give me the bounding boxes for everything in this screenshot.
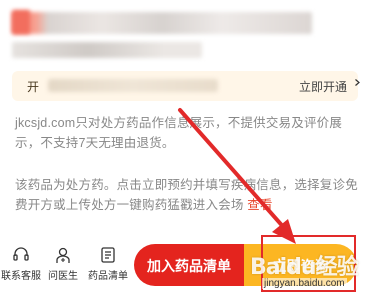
membership-banner[interactable]: 开 立即开通 xyxy=(12,71,360,101)
blurred-membership-text xyxy=(48,79,218,92)
nav-ask-doctor-label: 问医生 xyxy=(48,271,78,282)
add-to-drug-list-button[interactable]: 加入药品清单 xyxy=(134,244,244,286)
membership-prefix: 开 xyxy=(27,80,40,94)
blurred-product-subtitle xyxy=(12,42,202,58)
chevron-right-icon xyxy=(355,79,360,86)
nav-customer-service[interactable]: 联系客服 xyxy=(0,246,42,282)
view-link[interactable]: 查看 xyxy=(247,198,272,212)
blurred-product-title xyxy=(12,12,312,34)
doctor-icon xyxy=(56,247,70,263)
nav-drug-list[interactable]: 药品清单 xyxy=(86,246,130,282)
prescription-info: 该药品为处方药。点击立即预约并填写疾病信息，选择复诊免费开方或上传处方一键购药猛… xyxy=(15,175,360,215)
baidu-watermark: Baidu经验 xyxy=(250,255,359,280)
nav-customer-service-label: 联系客服 xyxy=(1,271,41,282)
prescription-notice: jkcsjd.com只对处方药品作信息展示，不提供交易及评价展示，不支持7天无理… xyxy=(15,116,343,150)
nav-drug-list-label: 药品清单 xyxy=(88,271,128,282)
blurred-product-price xyxy=(12,10,30,34)
list-icon xyxy=(101,247,115,263)
activate-now-link[interactable]: 立即开通 xyxy=(299,78,347,95)
customer-service-icon xyxy=(13,247,29,261)
prescription-info-text: 该药品为处方药。点击立即预约并填写疾病信息，选择复诊免费开方或上传处方一键购药猛… xyxy=(15,178,358,212)
nav-ask-doctor[interactable]: 问医生 xyxy=(44,246,82,282)
baidu-watermark-url: jingyan.baidu.com xyxy=(262,278,347,289)
